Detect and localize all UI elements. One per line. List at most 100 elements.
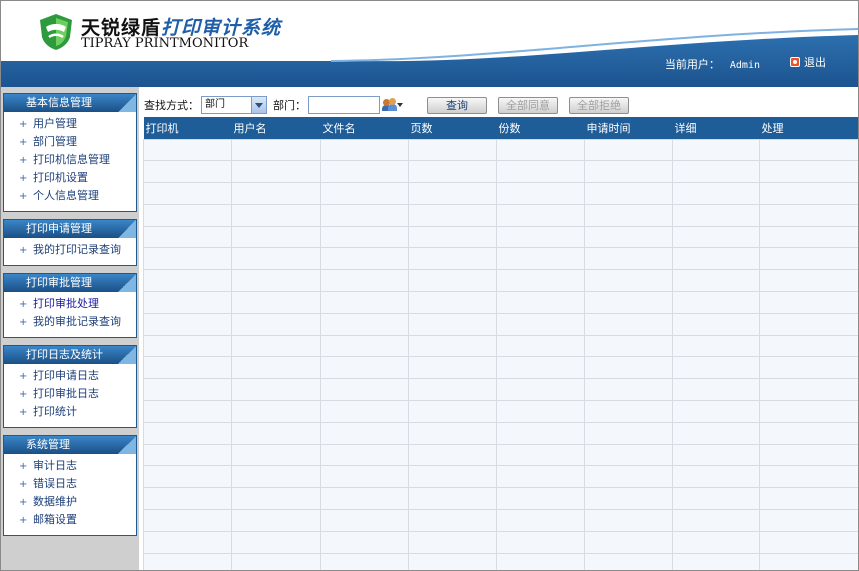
search-mode-select[interactable]: 部门 [201, 96, 267, 114]
table-row[interactable] [143, 203, 858, 227]
chevron-down-icon[interactable] [251, 97, 266, 113]
query-button[interactable]: 查询 [427, 96, 487, 114]
sidebar-item-label: 我的审批记录查询 [33, 315, 121, 328]
sidebar-item-printer-info[interactable]: + 打印机信息管理 [4, 151, 136, 169]
table-row[interactable] [143, 487, 858, 511]
column-header-printer[interactable]: 打印机 [143, 117, 232, 139]
table-cell [320, 182, 409, 205]
all-reject-button[interactable]: 全部拒绝 [569, 96, 629, 114]
table-row[interactable] [143, 334, 858, 358]
column-header-pages[interactable]: 页数 [408, 117, 497, 139]
table-cell [496, 356, 585, 380]
table-cell [496, 312, 585, 336]
table-row[interactable] [143, 356, 858, 380]
sidebar-item-dept-management[interactable]: + 部门管理 [4, 133, 136, 151]
table-cell [496, 378, 585, 402]
column-header-copies[interactable]: 份数 [496, 117, 585, 139]
dept-input[interactable] [308, 96, 380, 114]
sidebar-item-audit-log[interactable]: + 审计日志 [4, 457, 136, 475]
table-row[interactable] [143, 160, 858, 184]
table-cell [231, 182, 321, 205]
table-cell [672, 487, 760, 511]
sidebar-panel-system: 系统管理 + 审计日志 + 错误日志 + 数据维护 + 邮箱设置 [3, 435, 137, 536]
people-picker-icon[interactable] [382, 98, 403, 112]
table-cell [143, 530, 232, 554]
table-cell [672, 530, 760, 554]
logout-button[interactable]: 退出 [790, 54, 826, 70]
table-cell [496, 530, 585, 554]
table-cell [320, 291, 409, 314]
sidebar-item-approval-log[interactable]: + 打印审批日志 [4, 385, 136, 403]
table-row[interactable] [143, 225, 858, 249]
table-cell [672, 443, 760, 467]
sidebar: 基本信息管理 + 用户管理 + 部门管理 + 打印机信息管理 + 打印机设置 + 个人信息… [1, 87, 139, 570]
table-row[interactable] [143, 247, 858, 271]
panel-title[interactable]: 打印审批管理 [4, 274, 136, 292]
table-row[interactable] [143, 182, 858, 205]
table-cell [231, 378, 321, 402]
sidebar-item-printer-settings[interactable]: + 打印机设置 [4, 169, 136, 187]
table-cell [143, 312, 232, 336]
table-cell [496, 400, 585, 423]
table-cell [231, 291, 321, 314]
column-header-request-time[interactable]: 申请时间 [584, 117, 673, 139]
table-row[interactable] [143, 291, 858, 314]
table-row[interactable] [143, 400, 858, 423]
column-header-process[interactable]: 处理 [759, 117, 858, 139]
table-cell [143, 269, 232, 293]
sidebar-item-request-log[interactable]: + 打印申请日志 [4, 367, 136, 385]
table-cell [320, 421, 409, 445]
table-cell [672, 421, 760, 445]
table-row[interactable] [143, 421, 858, 445]
column-header-details[interactable]: 详细 [672, 117, 760, 139]
plus-icon: + [19, 317, 28, 328]
table-row[interactable] [143, 312, 858, 336]
current-user-name: Admin [729, 60, 760, 71]
sidebar-item-personal-info[interactable]: + 个人信息管理 [4, 187, 136, 205]
panel-title[interactable]: 打印申请管理 [4, 220, 136, 238]
sidebar-item-my-approval-records[interactable]: + 我的审批记录查询 [4, 313, 136, 331]
table-row[interactable] [143, 443, 858, 467]
table-cell [231, 312, 321, 336]
table-row[interactable] [143, 269, 858, 293]
table-cell [143, 465, 232, 489]
table-cell [320, 400, 409, 423]
table-cell [408, 203, 497, 227]
panel-title[interactable]: 打印日志及统计 [4, 346, 136, 364]
table-row[interactable] [143, 138, 858, 162]
table-cell [231, 530, 321, 554]
plus-icon: + [19, 461, 28, 472]
column-header-username[interactable]: 用户名 [231, 117, 321, 139]
table-row[interactable] [143, 530, 858, 554]
sidebar-item-error-log[interactable]: + 错误日志 [4, 475, 136, 493]
table-row[interactable] [143, 509, 858, 532]
table-cell [672, 225, 760, 249]
table-cell [320, 225, 409, 249]
table-cell [759, 530, 858, 554]
sidebar-item-user-management[interactable]: + 用户管理 [4, 115, 136, 133]
table-cell [584, 530, 673, 554]
panel-title[interactable]: 系统管理 [4, 436, 136, 454]
sidebar-item-mail-settings[interactable]: + 邮箱设置 [4, 511, 136, 529]
table-cell [143, 247, 232, 271]
sidebar-item-approval-process[interactable]: + 打印审批处理 [4, 295, 136, 313]
column-header-filename[interactable]: 文件名 [320, 117, 409, 139]
plus-icon: + [19, 137, 28, 148]
table-cell [231, 552, 321, 570]
table-cell [408, 312, 497, 336]
sidebar-item-print-stats[interactable]: + 打印统计 [4, 403, 136, 421]
all-agree-button[interactable]: 全部同意 [498, 96, 558, 114]
table-cell [584, 334, 673, 358]
panel-title[interactable]: 基本信息管理 [4, 94, 136, 112]
sidebar-item-data-maintenance[interactable]: + 数据维护 [4, 493, 136, 511]
table-cell [672, 269, 760, 293]
table-row[interactable] [143, 465, 858, 489]
sidebar-panel-basic-info: 基本信息管理 + 用户管理 + 部门管理 + 打印机信息管理 + 打印机设置 + 个人信息… [3, 93, 137, 212]
sidebar-item-my-print-records[interactable]: + 我的打印记录查询 [4, 241, 136, 259]
table-cell [143, 400, 232, 423]
table-cell [496, 160, 585, 184]
table-row[interactable] [143, 552, 858, 570]
table-row[interactable] [143, 378, 858, 402]
table-cell [231, 421, 321, 445]
approval-table: 打印机 用户名 文件名 页数 份数 申请时间 详细 处理 [143, 117, 858, 570]
